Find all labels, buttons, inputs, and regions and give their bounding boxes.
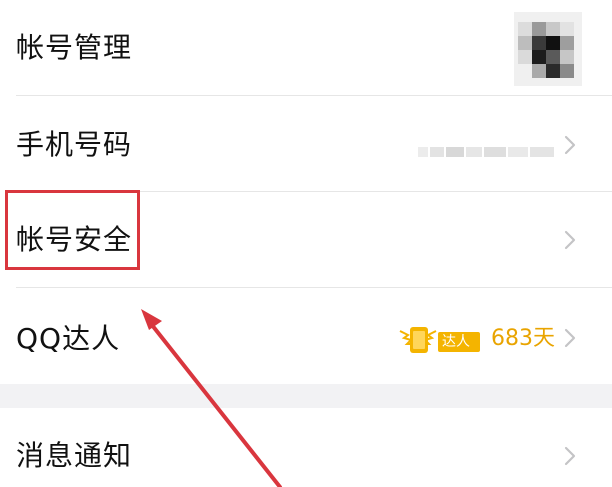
pointer-arrow-icon <box>141 309 282 487</box>
